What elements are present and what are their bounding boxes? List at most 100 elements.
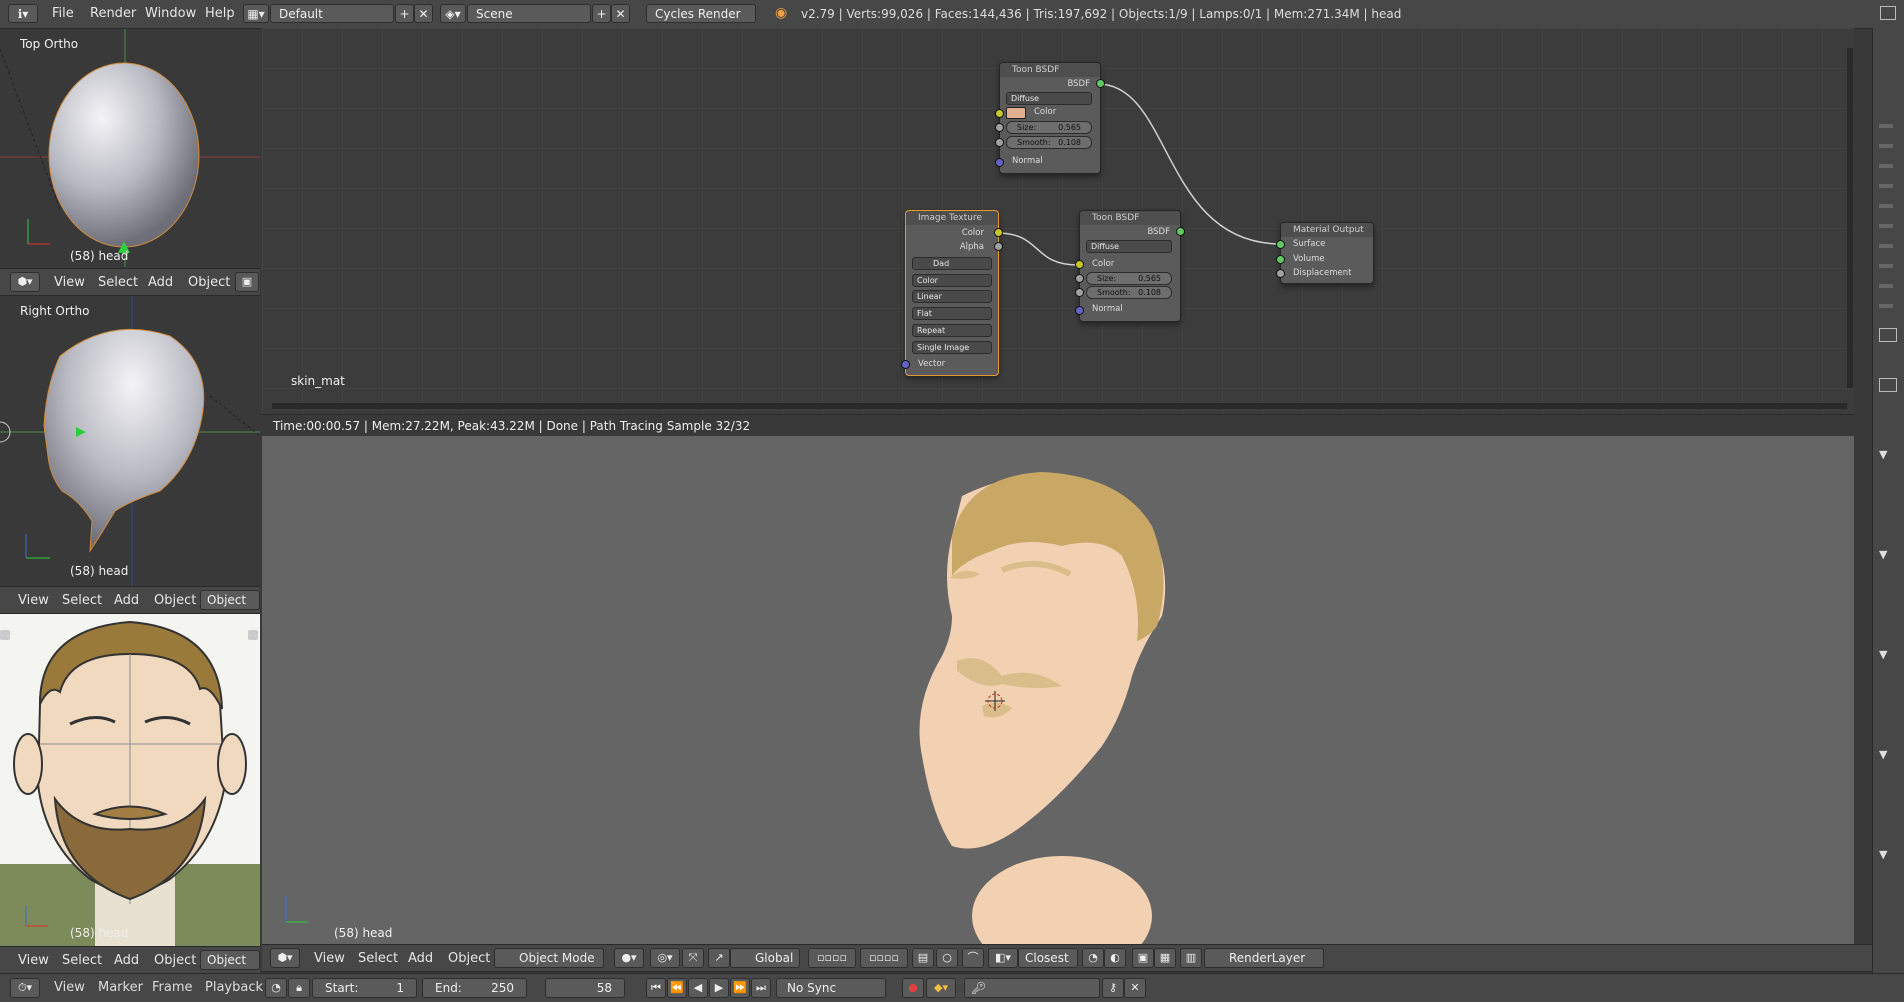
outliner-toggle-icons[interactable] xyxy=(1879,118,1893,318)
start-frame-field[interactable]: Start: 1 xyxy=(312,978,417,998)
material-output-node[interactable]: Material Output Surface Volume Displacem… xyxy=(1276,222,1374,284)
size-slider[interactable]: Size: 0.565 xyxy=(1086,272,1172,285)
collapse-arrow-icon[interactable]: ▼ xyxy=(1879,648,1887,661)
render-layer-select[interactable]: RenderLayer xyxy=(1204,948,1324,968)
jump-keyframe-forward-icon[interactable]: ⏩ xyxy=(730,978,750,998)
jump-keyframe-back-icon[interactable]: ⏪ xyxy=(667,978,687,998)
menu-object[interactable]: Object xyxy=(154,953,196,968)
pivot-select[interactable]: ◎▾ xyxy=(650,948,680,968)
color-output-socket[interactable] xyxy=(994,228,1003,237)
object-mode-select[interactable]: Object xyxy=(200,590,260,610)
layers-grid-right[interactable]: ▫▫▫▫ xyxy=(860,948,908,968)
menu-object[interactable]: Object xyxy=(154,593,196,608)
collapse-arrow-icon[interactable]: ▼ xyxy=(1879,548,1887,561)
menu-marker[interactable]: Marker xyxy=(98,980,143,995)
scene-browse-button[interactable]: ◈▾ xyxy=(440,4,466,23)
image-datablock-field[interactable]: Dad xyxy=(912,257,992,270)
menu-add[interactable]: Add xyxy=(114,593,139,608)
viewport-top-ortho[interactable]: Top Ortho (58) head xyxy=(0,29,260,267)
render-engine-select[interactable]: Cycles Render xyxy=(646,4,756,23)
collapse-arrow-icon[interactable]: ▼ xyxy=(1879,748,1887,761)
menu-select[interactable]: Select xyxy=(62,593,102,608)
layers-grid-left[interactable]: ▫▫▫▫ xyxy=(808,948,856,968)
tool-icon[interactable] xyxy=(1879,378,1897,392)
transform-icon[interactable]: ↗ xyxy=(708,948,730,968)
scene-name-field[interactable]: Scene xyxy=(467,4,591,23)
preview-range-icon[interactable]: ◔ xyxy=(265,978,287,998)
play-icon[interactable]: ▶ xyxy=(709,978,729,998)
viewport-right-ortho[interactable]: Right Ortho (58) head xyxy=(0,296,260,586)
normal-input-socket[interactable] xyxy=(1075,306,1084,315)
layout-remove-button[interactable]: ✕ xyxy=(414,4,433,23)
transform-orientation-select[interactable]: Global xyxy=(730,948,800,968)
delete-keyframe-icon[interactable]: ✕ xyxy=(1124,978,1146,998)
lock-icon[interactable]: 🔒︎ xyxy=(288,978,310,998)
layout-browse-button[interactable]: ▦▾ xyxy=(243,4,269,23)
source-select[interactable]: Single Image xyxy=(912,341,992,354)
info-editor-type-button[interactable]: ℹ▾ xyxy=(8,4,38,23)
displacement-input-socket[interactable] xyxy=(1276,269,1285,278)
scene-remove-button[interactable]: ✕ xyxy=(611,4,630,23)
keying-set-field[interactable]: 🔑︎ xyxy=(964,978,1100,998)
menu-frame[interactable]: Frame xyxy=(152,980,193,995)
volume-input-socket[interactable] xyxy=(1276,255,1285,264)
surface-input-socket[interactable] xyxy=(1276,240,1285,249)
alpha-output-socket[interactable] xyxy=(994,242,1003,251)
node-editor[interactable]: Toon BSDF BSDF Diffuse Color Size: 0.565… xyxy=(262,28,1854,414)
smooth-input-socket[interactable] xyxy=(1075,288,1084,297)
lock-layer-icon[interactable]: ▤ xyxy=(912,948,934,968)
menu-view[interactable]: View xyxy=(314,951,345,966)
smooth-slider[interactable]: Smooth: 0.108 xyxy=(1086,286,1172,299)
layout-name-field[interactable]: Default xyxy=(270,4,394,23)
bsdf-output-socket[interactable] xyxy=(1096,79,1105,88)
menu-help[interactable]: Help xyxy=(205,6,235,21)
menu-file[interactable]: File xyxy=(52,6,74,21)
color-input-socket[interactable] xyxy=(995,109,1004,118)
properties-editor-icon[interactable] xyxy=(1880,6,1896,20)
interpolation-select[interactable]: Linear xyxy=(912,290,992,303)
menu-playback[interactable]: Playback xyxy=(205,980,263,995)
render-region-icon[interactable]: ▥ xyxy=(1180,948,1202,968)
menu-add[interactable]: Add xyxy=(148,275,173,290)
viewport-reference-image[interactable]: (58) head xyxy=(0,614,260,946)
editor-type-button[interactable]: ⬢▾ xyxy=(270,948,300,968)
mode-icon[interactable]: ▣ xyxy=(235,272,259,292)
menu-select[interactable]: Select xyxy=(62,953,102,968)
menu-window[interactable]: Window xyxy=(145,6,196,21)
size-slider[interactable]: Size: 0.565 xyxy=(1006,121,1092,134)
menu-add[interactable]: Add xyxy=(408,951,433,966)
jump-start-icon[interactable]: ⏮ xyxy=(646,978,666,998)
render-animation-icon[interactable]: ▦ xyxy=(1154,948,1176,968)
snap-project-icon[interactable]: ◐ xyxy=(1104,948,1126,968)
toon-bsdf-node-1[interactable]: Toon BSDF BSDF Diffuse Color Size: 0.565… xyxy=(995,62,1105,174)
collapse-arrow-icon[interactable]: ▼ xyxy=(1879,448,1887,461)
snap-element-select[interactable]: ◧▾ xyxy=(988,948,1018,968)
projection-select[interactable]: Flat xyxy=(912,307,992,320)
record-icon[interactable]: ● xyxy=(902,978,924,998)
insert-keyframe-icon[interactable]: ⚷ xyxy=(1102,978,1124,998)
menu-select[interactable]: Select xyxy=(98,275,138,290)
extension-select[interactable]: Repeat xyxy=(912,324,992,337)
vector-input-socket[interactable] xyxy=(901,360,910,369)
editor-type-button[interactable]: ⬢▾ xyxy=(10,272,40,292)
object-mode-select[interactable]: Object xyxy=(200,950,260,970)
viewport-shading-select[interactable]: ●▾ xyxy=(614,948,644,968)
size-input-socket[interactable] xyxy=(1075,274,1084,283)
smooth-slider[interactable]: Smooth: 0.108 xyxy=(1006,136,1092,149)
color-swatch[interactable] xyxy=(1006,107,1026,119)
distribution-select[interactable]: Diffuse xyxy=(1006,92,1092,105)
menu-view[interactable]: View xyxy=(18,953,49,968)
menu-view[interactable]: View xyxy=(54,275,85,290)
keying-icon[interactable]: ◆▾ xyxy=(926,978,956,998)
resize-corner-icon[interactable] xyxy=(248,630,258,640)
menu-add[interactable]: Add xyxy=(114,953,139,968)
layout-add-button[interactable]: + xyxy=(395,4,414,23)
manipulator-icon[interactable]: ⤧ xyxy=(682,948,704,968)
color-space-select[interactable]: Color xyxy=(912,274,992,287)
menu-select[interactable]: Select xyxy=(358,951,398,966)
size-input-socket[interactable] xyxy=(995,123,1004,132)
viewport-rendered[interactable]: (58) head xyxy=(262,436,1854,944)
image-texture-node[interactable]: Image Texture Color Alpha Dad Color Line… xyxy=(901,210,1003,376)
smooth-input-socket[interactable] xyxy=(995,138,1004,147)
menu-view[interactable]: View xyxy=(18,593,49,608)
